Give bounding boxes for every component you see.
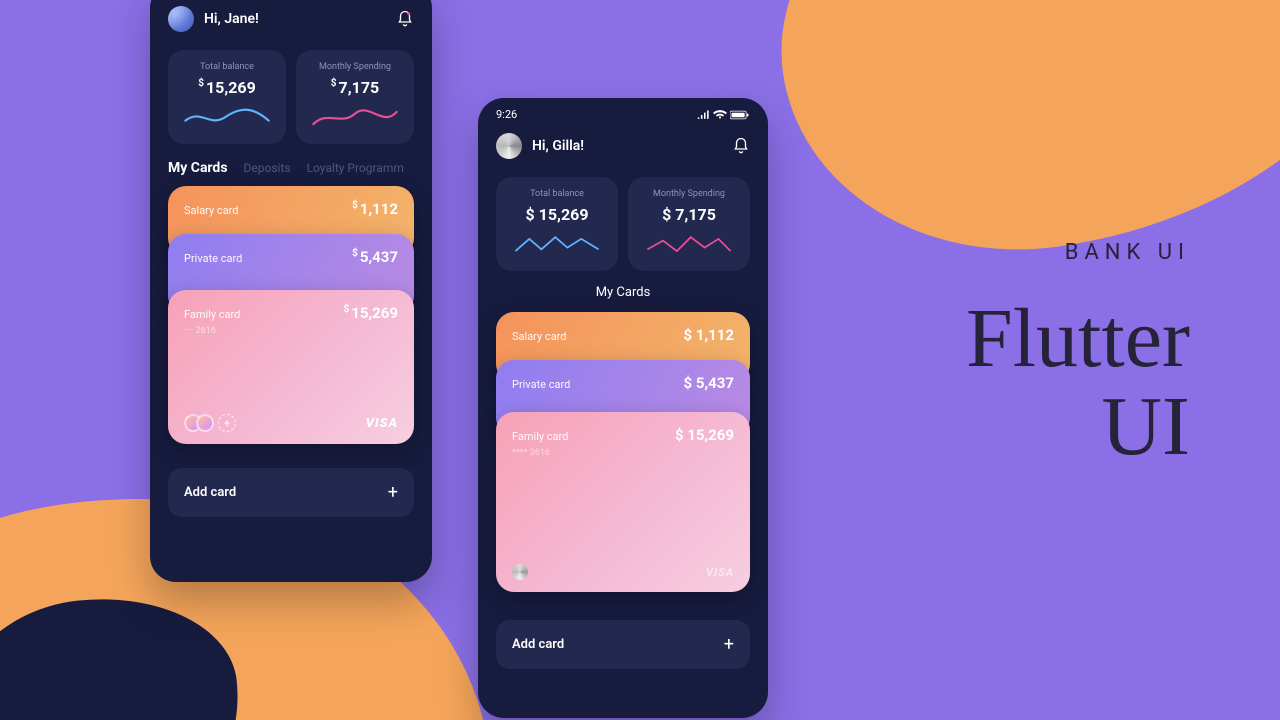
card-name: Family card (184, 308, 240, 321)
tile-value: $15,269 (180, 78, 274, 97)
title-small: BANK UI (966, 240, 1190, 265)
member-avatar (196, 414, 214, 432)
tile-label: Monthly Spending (640, 189, 738, 199)
avatar[interactable] (168, 6, 194, 32)
add-card-label: Add card (512, 637, 564, 652)
add-card-button[interactable]: Add card + (496, 620, 750, 669)
cards-stack: Salary card $1,112 Private card $5,437 F… (168, 186, 414, 446)
card-amount: $5,437 (352, 248, 398, 266)
sparkline-spending (640, 232, 738, 258)
title-big: Flutter UI (966, 295, 1190, 471)
card-amount: $1,112 (352, 200, 398, 218)
greeting-text: Hi, Jane! (204, 11, 259, 27)
card-chip-icon (512, 564, 528, 580)
page-title: BANK UI Flutter UI (966, 240, 1190, 471)
wifi-icon (713, 110, 727, 120)
signal-icon (697, 110, 711, 120)
tile-total-balance[interactable]: Total balance $15,269 (168, 50, 286, 144)
statusbar: 9:26 (478, 98, 768, 125)
tile-value: $7,175 (308, 78, 402, 97)
phone-mockup-a: Hi, Jane! Total balance $15,269 Monthly … (150, 0, 432, 582)
status-icons (697, 108, 750, 121)
bell-icon[interactable] (732, 137, 750, 155)
sparkline-spending (308, 105, 402, 131)
tile-label: Total balance (508, 189, 606, 199)
greeting-text: Hi, Gilla! (532, 138, 584, 154)
summary-tiles: Total balance $ 15,269 Monthly Spending … (478, 173, 768, 281)
tile-value: $ 7,175 (640, 205, 738, 224)
card-amount: $ 1,112 (684, 326, 734, 344)
section-title-my-cards: My Cards (478, 281, 768, 312)
card-amount: $ 15,269 (675, 426, 734, 444)
tabs: My Cards Deposits Loyalty Programm (150, 154, 432, 186)
tab-deposits[interactable]: Deposits (244, 161, 291, 175)
tab-loyalty[interactable]: Loyalty Programm (307, 161, 404, 175)
battery-icon (730, 110, 750, 120)
card-name: Private card (184, 252, 242, 265)
bell-icon[interactable] (396, 10, 414, 28)
tab-my-cards[interactable]: My Cards (168, 160, 228, 176)
tile-monthly-spending[interactable]: Monthly Spending $7,175 (296, 50, 414, 144)
card-masked-number: **** 2616 (512, 448, 734, 458)
app-header: Hi, Gilla! (478, 125, 768, 173)
plus-icon: + (724, 634, 734, 655)
app-header: Hi, Jane! (150, 0, 432, 46)
card-name: Salary card (512, 330, 567, 343)
add-card-button[interactable]: Add card + (168, 468, 414, 517)
tile-monthly-spending[interactable]: Monthly Spending $ 7,175 (628, 177, 750, 271)
card-name: Salary card (184, 204, 239, 217)
card-amount: $15,269 (344, 304, 398, 322)
phone-mockup-b: 9:26 Hi, Gilla! Total balance $ 15,269 M… (478, 98, 768, 718)
card-family[interactable]: Family card $15,269 ···· 2616 + VISA (168, 290, 414, 444)
avatar[interactable] (496, 133, 522, 159)
card-amount: $ 5,437 (684, 374, 734, 392)
card-members[interactable]: + (184, 414, 236, 432)
visa-logo: VISA (366, 416, 398, 431)
plus-icon: + (388, 482, 398, 503)
sparkline-balance (508, 232, 606, 258)
tile-total-balance[interactable]: Total balance $ 15,269 (496, 177, 618, 271)
tile-label: Monthly Spending (308, 62, 402, 72)
sparkline-balance (180, 105, 274, 131)
card-masked-number: ···· 2616 (184, 326, 398, 336)
add-card-label: Add card (184, 485, 236, 500)
card-name: Private card (512, 378, 570, 391)
tile-value: $ 15,269 (508, 205, 606, 224)
card-family[interactable]: Family card $ 15,269 **** 2616 VISA (496, 412, 750, 592)
status-time: 9:26 (496, 108, 517, 121)
add-member-icon[interactable]: + (218, 414, 236, 432)
card-name: Family card (512, 430, 568, 443)
visa-logo: VISA (706, 566, 734, 579)
bg-blob-top-right (754, 0, 1280, 281)
tile-label: Total balance (180, 62, 274, 72)
cards-stack: Salary card $ 1,112 Private card $ 5,437… (496, 312, 750, 598)
summary-tiles: Total balance $15,269 Monthly Spending $… (150, 46, 432, 154)
